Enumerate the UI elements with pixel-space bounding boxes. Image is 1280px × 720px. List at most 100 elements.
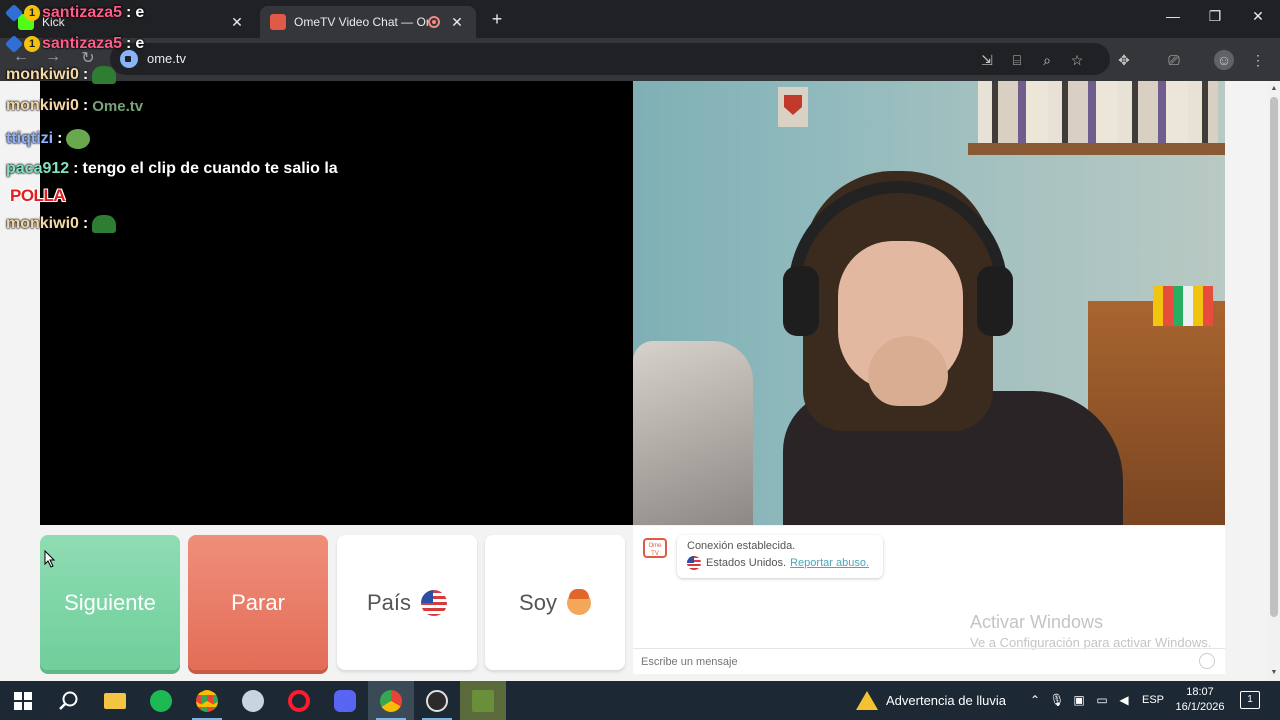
clock-date: 16/1/2026	[1175, 701, 1225, 713]
bookshelf-image	[978, 81, 1218, 143]
search-icon	[59, 691, 78, 710]
us-flag-icon	[421, 589, 448, 616]
chat-separator: :	[57, 130, 63, 147]
message-input[interactable]	[641, 653, 1181, 671]
person-image	[783, 171, 1123, 525]
taskbar-opera[interactable]	[276, 681, 322, 720]
extensions-icon[interactable]: ✥	[1114, 50, 1134, 70]
ometv-logo-icon: Ome TV	[643, 538, 667, 558]
close-window-button[interactable]: ✕	[1243, 8, 1273, 25]
minimize-button[interactable]: —	[1158, 8, 1188, 24]
chrome-icon	[380, 689, 402, 712]
screen: Kick ✕ OmeTV Video Chat — Ome ✕ + — ❐ ✕ …	[0, 0, 1280, 720]
new-tab-button[interactable]: +	[486, 8, 508, 30]
capture-icon[interactable]: ▣	[1071, 693, 1087, 707]
badge-icon	[4, 34, 24, 54]
stop-button[interactable]: Parar	[188, 535, 328, 670]
rubik-cubes-image	[1153, 286, 1213, 326]
search-button[interactable]	[46, 681, 92, 720]
address-bar[interactable]: ome.tv	[110, 43, 1110, 75]
headset-image	[788, 181, 1008, 321]
overlay-chat-continuation: POLLA	[10, 186, 66, 205]
us-flag-icon	[687, 556, 701, 570]
page-scrollbar[interactable]: ▲ ▼	[1268, 81, 1280, 681]
discord-icon	[334, 689, 356, 712]
profile-icon[interactable]: ☺	[1214, 50, 1234, 70]
chevron-up-icon[interactable]: ⌃	[1027, 693, 1043, 707]
emoji-icon[interactable]	[1199, 653, 1215, 669]
steam-icon	[242, 689, 264, 712]
maximize-button[interactable]: ❐	[1200, 8, 1230, 25]
chat-message: tengo el clip de cuando te salio la	[82, 160, 338, 177]
zoom-icon[interactable]: ⌕	[1037, 50, 1057, 70]
windows-taskbar: Advertencia de lluvia ⌃ 🎙 ▣ ▭ ◀ ESP 18:0…	[0, 681, 1280, 720]
star-icon[interactable]: ☆	[1067, 50, 1087, 70]
taskbar-steam[interactable]	[230, 681, 276, 720]
tab-ometv[interactable]: OmeTV Video Chat — Ome ✕	[260, 6, 476, 38]
language-indicator[interactable]: ESP	[1142, 694, 1164, 706]
recording-icon	[428, 16, 440, 28]
notification-center-icon[interactable]: 1	[1240, 691, 1260, 709]
stranger-video	[40, 81, 633, 525]
chat-username: monkiwi0	[6, 215, 79, 232]
chat-username: ttiqtizi	[6, 130, 54, 147]
translate-icon[interactable]: ⌸	[1007, 50, 1027, 70]
chat-separator: :	[126, 35, 132, 52]
badge-icon	[4, 3, 24, 23]
opera-icon	[288, 689, 310, 712]
chrome-icon	[196, 689, 218, 712]
blob-emote-icon	[92, 215, 117, 233]
minecraft-icon	[472, 689, 494, 712]
shelf-image	[968, 143, 1225, 155]
chat-panel: Ome TV Conexión establecida. Estados Uni…	[633, 526, 1225, 674]
scroll-down-icon[interactable]: ▼	[1270, 669, 1278, 676]
overlay-chat-line: monkiwi0 : Ome.tv	[6, 97, 143, 115]
chat-separator: :	[82, 97, 89, 114]
chat-message: e	[135, 35, 145, 52]
close-tab-icon[interactable]: ✕	[448, 14, 466, 31]
warning-icon	[856, 691, 878, 710]
report-abuse-link[interactable]: Reportar abuso.	[790, 557, 869, 569]
system-message: Conexión establecida. Estados Unidos. Re…	[677, 535, 883, 578]
wall-pennant-image	[778, 87, 808, 127]
overlay-chat-line: 1 santizaza5 : e	[4, 34, 145, 54]
country-button[interactable]: País	[337, 535, 477, 670]
chat-separator: :	[82, 215, 89, 232]
scrollbar-thumb[interactable]	[1270, 97, 1278, 617]
taskbar-chrome-active[interactable]	[368, 681, 414, 720]
taskbar-minecraft[interactable]	[460, 681, 506, 720]
scroll-up-icon[interactable]: ▲	[1270, 85, 1278, 92]
chat-username: santizaza5	[42, 4, 123, 21]
menu-icon[interactable]: ⋮	[1248, 50, 1268, 70]
network-icon[interactable]: ▭	[1094, 693, 1110, 707]
overlay-chat-line: ttiqtizi :	[6, 129, 91, 149]
gender-button[interactable]: Soy	[485, 535, 625, 670]
start-button[interactable]	[0, 681, 46, 720]
self-video	[633, 81, 1225, 525]
sub-badge-icon: 1	[24, 5, 40, 21]
frog-emote-icon	[66, 129, 91, 149]
url-text: ome.tv	[147, 51, 187, 66]
microphone-icon[interactable]: 🎙	[1049, 693, 1065, 707]
chat-separator: :	[73, 160, 79, 177]
close-tab-icon[interactable]: ✕	[228, 14, 246, 31]
media-icon[interactable]: ⎚	[1164, 50, 1184, 70]
install-icon[interactable]: ⇲	[977, 50, 997, 70]
next-button[interactable]: Siguiente	[40, 535, 180, 670]
partner-country: Estados Unidos.	[706, 557, 787, 569]
tab-title: OmeTV Video Chat — Ome	[294, 15, 428, 29]
taskbar-chrome[interactable]	[184, 681, 230, 720]
weather-widget[interactable]: Advertencia de lluvia	[856, 681, 1006, 720]
taskbar-file-explorer[interactable]	[92, 681, 138, 720]
taskbar-discord[interactable]	[322, 681, 368, 720]
taskbar-spotify[interactable]	[138, 681, 184, 720]
taskbar-obs[interactable]	[414, 681, 460, 720]
volume-icon[interactable]: ◀	[1116, 693, 1132, 707]
sub-badge-icon: 1	[24, 36, 40, 52]
overlay-chat-line: paca912 : tengo el clip de cuando te sal…	[6, 160, 338, 178]
country-row: Estados Unidos. Reportar abuso.	[687, 556, 873, 570]
chat-username: monkiwi0	[6, 66, 79, 83]
chat-message: e	[135, 4, 145, 21]
system-clock[interactable]: 18:07 16/1/2026	[1172, 685, 1228, 715]
hand-image	[868, 336, 948, 406]
